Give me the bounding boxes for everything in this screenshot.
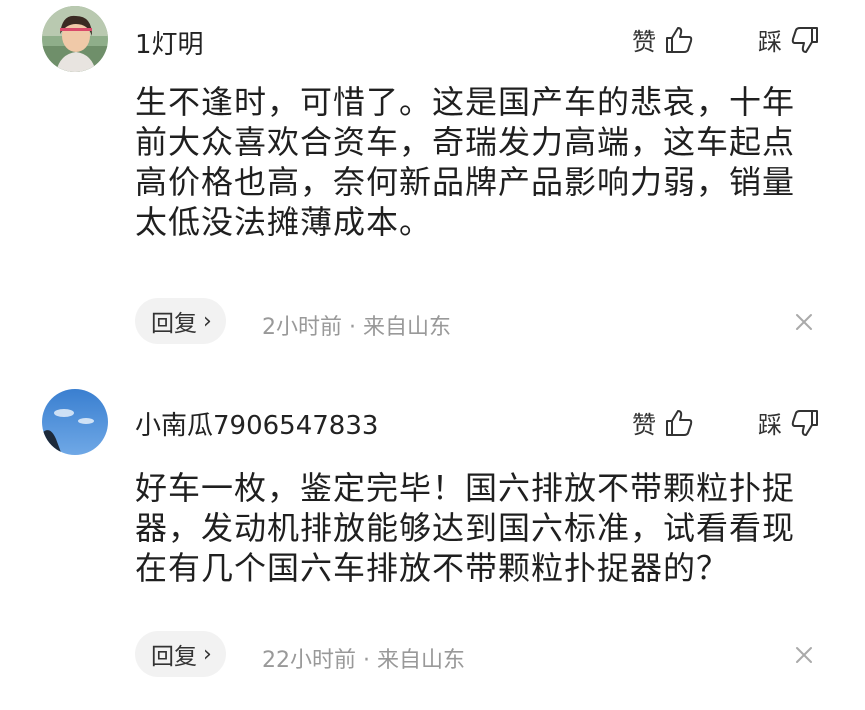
- like-button[interactable]: 赞: [632, 22, 694, 57]
- reply-button[interactable]: 回复 ›: [135, 631, 226, 677]
- like-label: 赞: [632, 411, 656, 439]
- username[interactable]: 1灯明: [135, 24, 204, 61]
- avatar[interactable]: [42, 6, 108, 72]
- comment-text-line: 在有几个国六车排放不带颗粒扑捉器的？: [135, 549, 730, 587]
- comment-text: 好车一枚，鉴定完毕！国六排放不带颗粒扑捉 器，发动机排放能够达到国六标准，试看看…: [135, 468, 835, 588]
- dislike-label: 踩: [758, 28, 782, 56]
- reply-button[interactable]: 回复 ›: [135, 298, 226, 344]
- like-button[interactable]: 赞: [632, 405, 694, 440]
- thumbs-down-icon: [790, 25, 820, 55]
- like-label: 赞: [632, 28, 656, 56]
- thumbs-up-icon: [664, 25, 694, 55]
- comment-text: 生不逢时，可惜了。这是国产车的悲哀，十年 前大众喜欢合资车，奇瑞发力高端，这车起…: [135, 82, 835, 242]
- reply-label: 回复: [151, 644, 197, 670]
- comment-text-line: 生不逢时，可惜了。这是国产车的悲哀，十年: [135, 83, 796, 121]
- chevron-right-icon: ›: [203, 308, 212, 334]
- dislike-button[interactable]: 踩: [758, 405, 820, 440]
- comment-meta: 22小时前 · 来自山东: [262, 648, 465, 673]
- close-icon[interactable]: [790, 308, 818, 336]
- chevron-right-icon: ›: [203, 641, 212, 667]
- dislike-label: 踩: [758, 411, 782, 439]
- comment-meta: 2小时前 · 来自山东: [262, 315, 451, 340]
- thumbs-down-icon: [790, 408, 820, 438]
- avatar[interactable]: [42, 389, 108, 455]
- close-icon[interactable]: [790, 641, 818, 669]
- reply-label: 回复: [151, 311, 197, 337]
- comment-text-line: 前大众喜欢合资车，奇瑞发力高端，这车起点: [135, 123, 796, 161]
- comment-text-line: 器，发动机排放能够达到国六标准，试看看现: [135, 509, 796, 547]
- username[interactable]: 小南瓜7906547833: [135, 405, 378, 442]
- dislike-button[interactable]: 踩: [758, 22, 820, 57]
- comment-text-line: 好车一枚，鉴定完毕！国六排放不带颗粒扑捉: [135, 469, 796, 507]
- thumbs-up-icon: [664, 408, 694, 438]
- comment-text-line: 高价格也高，奈何新品牌产品影响力弱，销量: [135, 163, 796, 201]
- comment-text-line: 太低没法摊薄成本。: [135, 203, 433, 241]
